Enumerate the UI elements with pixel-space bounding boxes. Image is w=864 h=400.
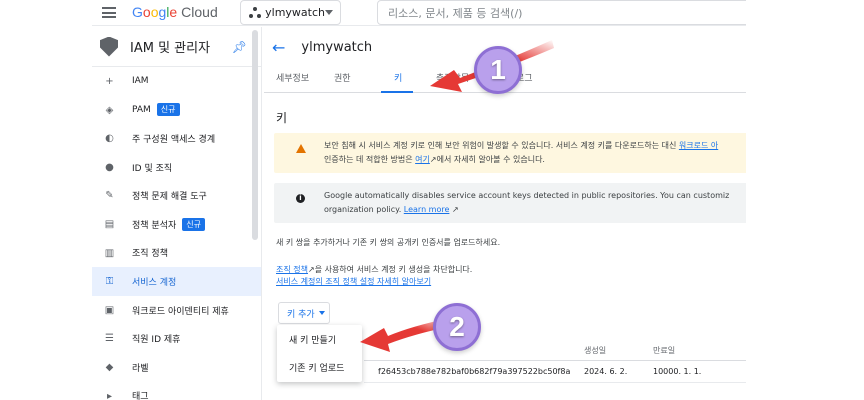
- id-card-icon: ▣: [104, 304, 115, 316]
- gcp-console: Google Cloud ylmywatch 리소스, 문서, 제품 등 검색(…: [92, 0, 746, 400]
- learn-here-link[interactable]: 여기: [415, 155, 430, 164]
- external-link-icon: ↗: [307, 265, 315, 274]
- tab-permissions[interactable]: 권한: [334, 71, 351, 84]
- sidebar-item-label: ID 및 조직: [132, 163, 173, 174]
- add-key-button[interactable]: 키 추가: [278, 302, 330, 324]
- warning-banner: 보안 침해 시 서비스 계정 키로 인해 보안 위험이 발생할 수 있습니다. …: [274, 133, 746, 173]
- external-link-icon: ↗: [429, 155, 437, 164]
- document-search-icon: ▤: [104, 218, 115, 230]
- shield-icon: ◈: [105, 104, 114, 116]
- workload-link[interactable]: 워크로드 아: [679, 141, 718, 150]
- sidebar-item-8[interactable]: ▣ 워크로드 아이덴티티 제휴: [92, 296, 261, 325]
- sidebar-item-9[interactable]: ☰ 직원 ID 제휴: [92, 324, 261, 353]
- key-id: f26453cb788e782baf0b682f79a397522bc50f8a: [378, 367, 571, 376]
- sidebar-item-4[interactable]: ✎ 정책 문제 해결 도구: [92, 181, 261, 210]
- tag-icon: ▸: [106, 390, 113, 400]
- service-account-icon: ⚿: [105, 276, 114, 288]
- project-icon: [249, 6, 261, 19]
- list-icon: ☰: [105, 333, 114, 345]
- logo-letter: d: [209, 4, 218, 20]
- step-2-marker: 2: [433, 303, 481, 351]
- column-expires: 만료일: [653, 346, 676, 355]
- info-icon: i: [296, 194, 305, 203]
- sidebar-item-5[interactable]: ▤ 정책 분석자 신규: [92, 210, 261, 239]
- sidebar-item-7[interactable]: ⚿ 서비스 계정: [92, 267, 261, 296]
- person-add-icon: +: [105, 76, 114, 87]
- sidebar-item-label: 라벨: [132, 363, 149, 374]
- google-cloud-logo[interactable]: Google Cloud: [132, 4, 218, 20]
- sidebar-header: IAM 및 관리자 📌︎: [92, 27, 261, 67]
- logo-letter: o: [194, 4, 203, 20]
- project-selector[interactable]: ylmywatch: [240, 0, 341, 25]
- tab-keys[interactable]: 키: [394, 71, 402, 84]
- org-policy-learn-link[interactable]: 서비스 계정의 조직 정책 설정 자세히 알아보기: [276, 277, 431, 286]
- account-circle-icon: ●: [105, 161, 114, 173]
- column-created: 생성일: [584, 346, 607, 355]
- pin-icon[interactable]: 📌︎: [232, 40, 247, 54]
- sidebar: IAM 및 관리자 📌︎ + IAM ◈ PAM 신규 ◐ 주 구성원 액세스 경계 ● ID …: [92, 27, 262, 400]
- key-expiry-date: 10000. 1. 1.: [653, 367, 702, 376]
- sidebar-item-0[interactable]: + IAM: [92, 67, 261, 96]
- wrench-icon: ✎: [105, 190, 114, 202]
- learn-more-link[interactable]: Learn more: [404, 205, 450, 214]
- logo-letter: G: [132, 4, 143, 20]
- screenshot-frame: Google Cloud ylmywatch 리소스, 문서, 제품 등 검색(…: [0, 0, 864, 400]
- info-banner: i Google automatically disables service …: [274, 183, 746, 223]
- policy-text: 조직 정책↗을 사용하여 서비스 계정 키 생성을 차단합니다. 서비스 계정의…: [276, 265, 473, 286]
- project-name: ylmywatch: [265, 6, 325, 19]
- section-title: 키: [276, 111, 288, 125]
- label-icon: ◆: [105, 361, 114, 373]
- external-link-icon: ↗: [449, 205, 459, 214]
- org-policy-link[interactable]: 조직 정책: [276, 265, 308, 274]
- sidebar-scrollbar[interactable]: [252, 30, 258, 240]
- sidebar-title: IAM 및 관리자: [130, 41, 211, 56]
- sidebar-item-label: 정책 분석자: [132, 220, 177, 231]
- sidebar-item-label: 주 구성원 액세스 경계: [132, 134, 216, 145]
- warning-icon: [296, 144, 306, 153]
- new-badge: 신규: [156, 103, 180, 117]
- tab-details[interactable]: 세부정보: [276, 71, 309, 84]
- sidebar-item-label: 태그: [132, 392, 149, 400]
- menu-item-upload-existing-key[interactable]: 기존 키 업로드: [277, 353, 362, 381]
- chevron-down-icon: [325, 10, 333, 15]
- hamburger-menu-icon[interactable]: [102, 7, 116, 18]
- sidebar-item-label: 워크로드 아이덴티티 제휴: [132, 306, 229, 317]
- add-key-menu: 새 키 만들기 기존 키 업로드: [277, 325, 362, 382]
- sidebar-item-label: 서비스 계정: [132, 277, 177, 288]
- info-text: Google automatically disables service ac…: [324, 191, 730, 214]
- keys-table-header: 생성일 만료일: [364, 339, 746, 361]
- logo-letter: u: [202, 4, 210, 20]
- chevron-down-icon: [318, 311, 325, 315]
- table-row: f26453cb788e782baf0b682f79a397522bc50f8a…: [364, 361, 746, 383]
- back-arrow-icon[interactable]: ←: [272, 38, 285, 57]
- sidebar-item-label: 조직 정책: [132, 249, 168, 260]
- sidebar-item-6[interactable]: ▥ 조직 정책: [92, 239, 261, 268]
- logo-letter: C: [181, 4, 192, 20]
- top-bar: Google Cloud ylmywatch 리소스, 문서, 제품 등 검색(…: [92, 0, 746, 26]
- search-input[interactable]: 리소스, 문서, 제품 등 검색(/): [377, 0, 746, 25]
- tab-metrics[interactable]: 측정항목: [436, 71, 469, 84]
- sidebar-item-11[interactable]: ▸ 태그: [92, 382, 261, 400]
- sidebar-item-label: IAM: [132, 76, 149, 87]
- sidebar-item-2[interactable]: ◐ 주 구성원 액세스 경계: [92, 124, 261, 153]
- page-title: ylmywatch: [301, 39, 373, 55]
- sidebar-item-label: 정책 문제 해결 도구: [132, 192, 207, 203]
- sidebar-item-1[interactable]: ◈ PAM 신규: [92, 96, 261, 125]
- sidebar-item-label: PAM: [132, 104, 151, 115]
- warning-text: 보안 침해 시 서비스 계정 키로 인해 보안 위험이 발생할 수 있습니다. …: [324, 141, 719, 164]
- menu-item-create-new-key[interactable]: 새 키 만들기: [277, 325, 362, 353]
- sidebar-items: + IAM ◈ PAM 신규 ◐ 주 구성원 액세스 경계 ● ID 및 조직 ✎ 정책 문제 해결…: [92, 67, 261, 400]
- keys-description: 새 키 쌍을 추가하거나 기존 키 쌍의 공개키 인증서를 업로드하세요.: [276, 238, 501, 247]
- sidebar-item-10[interactable]: ◆ 라벨: [92, 353, 261, 382]
- active-tab-indicator: [381, 91, 413, 93]
- policy-icon: ◐: [105, 133, 114, 145]
- new-badge: 신규: [182, 217, 205, 231]
- document-icon: ▥: [104, 247, 115, 259]
- logo-letter: o: [142, 4, 151, 20]
- shield-icon: [100, 36, 118, 57]
- key-created-date: 2024. 6. 2.: [584, 367, 628, 376]
- sidebar-item-3[interactable]: ● ID 및 조직: [92, 153, 261, 182]
- step-1-marker: 1: [474, 46, 522, 94]
- sidebar-item-label: 직원 ID 제휴: [132, 335, 181, 346]
